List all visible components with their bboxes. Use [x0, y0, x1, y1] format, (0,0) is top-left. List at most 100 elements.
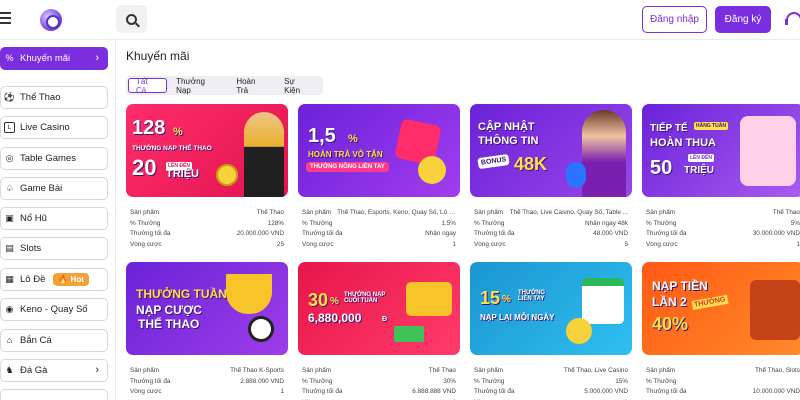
rounds-value: 1	[452, 240, 456, 248]
promo-banner[interactable]: TIẾP TẾ HẰNG TUẦN HOÀN THUA LÊN ĐẾN 50 T…	[642, 104, 800, 197]
support-headset-icon[interactable]	[784, 10, 800, 28]
percent-label: % Thưởng	[474, 377, 505, 385]
sidebar-item-fishing[interactable]: ⌂ Bắn Cá	[0, 329, 108, 352]
promo-banner[interactable]: CẬP NHẬT THÔNG TIN BONUS 48K	[470, 104, 632, 197]
sidebar-item-keno[interactable]: ◉ Keno - Quay Số	[0, 298, 108, 321]
promo-details: Sản phẩm Thể Thao, Live Casino % Thưởng 15…	[470, 367, 632, 400]
promo-amount-unit: TRIỆU	[166, 168, 199, 180]
promo-card[interactable]: 128 % THƯỞNG NẠP THỂ THAO 20 LÊN ĐẾN TRI…	[126, 104, 288, 251]
promo-card[interactable]: THƯỞNG TUẦN NẠP CƯỢC THỂ THAO Sản phẩm Th…	[126, 262, 288, 399]
promo-details: Sản phẩm Thể Thao % Thưởng 5% Thưởng tối đ…	[642, 209, 800, 251]
promo-banner[interactable]: THƯỞNG TUẦN NẠP CƯỢC THỂ THAO	[126, 262, 288, 355]
tab-rebate[interactable]: Hoàn Trả	[229, 77, 275, 95]
promo-banner[interactable]: 128 % THƯỞNG NẠP THỂ THAO 20 LÊN ĐẾN TRI…	[126, 104, 288, 197]
percent-value: 5%	[790, 219, 800, 227]
product-value: Thể Thao K-Sports	[230, 367, 284, 374]
rounds-value: 5	[624, 240, 628, 248]
promo-headline: 128	[132, 117, 166, 139]
promo-details: Sản phẩm Thể Thao, Slots % Thưởng Thưởng …	[642, 367, 800, 399]
promo-headline: NẠP TIỀN	[652, 279, 708, 293]
sidebar-item-label: Khuyến mãi	[20, 53, 71, 64]
rounds-label: Vòng cược	[646, 240, 678, 248]
max-bonus-value: 30.000.000 VND	[752, 230, 800, 237]
promo-details: Sản phẩm Thể Thao, Esports, Keno, Quay Số…	[298, 209, 460, 251]
percent-label: % Thưởng	[302, 219, 333, 227]
search-button[interactable]	[116, 5, 147, 33]
app-root: Đăng nhập Đăng ký % Khuyến mãi › ⚽ Thể T…	[0, 0, 800, 400]
promo-banner[interactable]: 15 % THƯỞNG LIỀN TAY NẠP LẠI MỖI NGÀY	[470, 262, 632, 355]
promo-card[interactable]: 30 % THƯỞNG NẠP CUỐI TUẦN 6,880,000 Đ Sả…	[298, 262, 460, 400]
product-label: Sản phẩm	[302, 367, 332, 374]
max-bonus-value: 5.000.000 VND	[584, 388, 628, 395]
product-label: Sản phẩm	[646, 209, 676, 216]
max-bonus-value: 2.888.000 VND	[240, 377, 284, 385]
sidebar-item-jackpot[interactable]: ▣ Nổ Hũ	[0, 207, 108, 230]
rounds-label: Vòng cược	[302, 240, 334, 248]
promo-amount: 6,880,000	[308, 311, 362, 325]
slot-icon: ▣	[5, 213, 14, 223]
promo-card[interactable]: 1,5 % HOÀN TRẢ VÔ TẬN THƯỞNG NỒNG LIỀN T…	[298, 104, 460, 251]
promo-unit: %	[348, 133, 358, 145]
promo-headline: 1,5	[308, 125, 336, 147]
promo-subtitle: LẦN 2	[652, 295, 687, 309]
promo-banner[interactable]: 1,5 % HOÀN TRẢ VÔ TẬN THƯỞNG NỒNG LIỀN T…	[298, 104, 460, 197]
sidebar-item-label: Lô Đề	[20, 274, 46, 285]
percent-value: 15%	[615, 377, 628, 385]
site-logo[interactable]	[40, 9, 62, 31]
promo-card[interactable]: CẬP NHẬT THÔNG TIN BONUS 48K Sản phẩm Thể…	[470, 104, 632, 251]
max-bonus-label: Thưởng tối đa	[302, 230, 343, 237]
spade-icon: ♤	[5, 183, 14, 193]
sidebar-item-live-casino[interactable]: L Live Casino	[0, 116, 108, 139]
promo-banner[interactable]: 30 % THƯỞNG NẠP CUỐI TUẦN 6,880,000 Đ	[298, 262, 460, 355]
promo-card[interactable]: TIẾP TẾ HẰNG TUẦN HOÀN THUA LÊN ĐẾN 50 T…	[642, 104, 800, 251]
tab-events[interactable]: Sự Kiện	[277, 77, 319, 95]
product-value: Thể Thao, Live Casino, Quay Số, Table ..…	[509, 209, 628, 216]
promo-banner[interactable]: NẠP TIỀN LẦN 2 THƯỞNG 40%	[642, 262, 800, 355]
hamburger-menu-icon[interactable]	[0, 12, 12, 26]
promo-subtitle: THÔNG TIN	[478, 135, 539, 147]
promo-subtitle: THƯỞNG NẠP CUỐI TUẦN	[344, 292, 386, 305]
register-button[interactable]: Đăng ký	[715, 6, 771, 33]
calendar-illustration	[740, 116, 796, 186]
promo-headline: 15	[480, 288, 501, 308]
sidebar-item-partial[interactable]	[0, 389, 108, 400]
sidebar-item-sports[interactable]: ⚽ Thể Thao	[0, 86, 108, 109]
sidebar: % Khuyến mãi › ⚽ Thể Thao L Live Casino …	[0, 40, 116, 400]
promo-subtitle: THƯỞNG NẠP THỂ THAO	[132, 145, 212, 152]
sidebar-item-lottery[interactable]: ▦ Lô Đề 🔥 Hot	[0, 268, 108, 291]
sidebar-item-label: Slots	[20, 243, 42, 254]
product-label: Sản phẩm	[474, 209, 504, 216]
cash-illustration	[394, 326, 424, 342]
product-value: Thể Thao	[428, 367, 456, 374]
promo-amount: 40%	[652, 314, 689, 334]
promo-tagline: NẠP LẠI MỖI NGÀY	[480, 313, 555, 322]
chevron-right-icon: ›	[95, 52, 99, 64]
promo-card[interactable]: 15 % THƯỞNG LIỀN TAY NẠP LẠI MỖI NGÀY Sả…	[470, 262, 632, 400]
rounds-label: Vòng cược	[130, 240, 162, 248]
login-button[interactable]: Đăng nhập	[642, 6, 707, 33]
sidebar-item-card-games[interactable]: ♤ Game Bài	[0, 177, 108, 200]
product-label: Sản phẩm	[130, 367, 160, 374]
product-label: Sản phẩm	[302, 209, 332, 216]
sidebar-item-table-games[interactable]: ◎ Table Games	[0, 147, 108, 170]
promo-subtitle: NẠP CƯỢC	[136, 303, 202, 317]
promo-tag-2: LÊN ĐẾN	[688, 154, 714, 162]
sidebar-item-promotions[interactable]: % Khuyến mãi ›	[0, 47, 108, 70]
rounds-label: Vòng cược	[130, 388, 162, 395]
promo-headline: TIẾP TẾ	[650, 123, 688, 134]
max-bonus-label: Thưởng tối đa	[474, 388, 515, 395]
promo-tag: THƯỞNG	[691, 294, 729, 311]
percent-value: Nhận ngay 48k	[585, 219, 628, 227]
sidebar-item-cockfight[interactable]: ♞ Đá Gà ›	[0, 359, 108, 382]
product-value: Thể Thao, Live Casino	[563, 367, 628, 374]
sidebar-item-slots[interactable]: ▤ Slots	[0, 237, 108, 260]
sidebar-item-label: Thể Thao	[20, 92, 61, 103]
sidebar-item-label: Live Casino	[20, 122, 70, 133]
product-label: Sản phẩm	[474, 367, 504, 374]
tab-deposit-bonus[interactable]: Thưởng Nạp	[169, 77, 227, 95]
tab-all[interactable]: Tất Cả	[128, 77, 168, 95]
product-value: Thể Thao	[256, 209, 284, 216]
percent-value: 128%	[267, 219, 284, 227]
promo-card[interactable]: NẠP TIỀN LẦN 2 THƯỞNG 40% Sản phẩm Thể Th…	[642, 262, 800, 399]
slot-machine-icon: ▤	[5, 243, 14, 253]
